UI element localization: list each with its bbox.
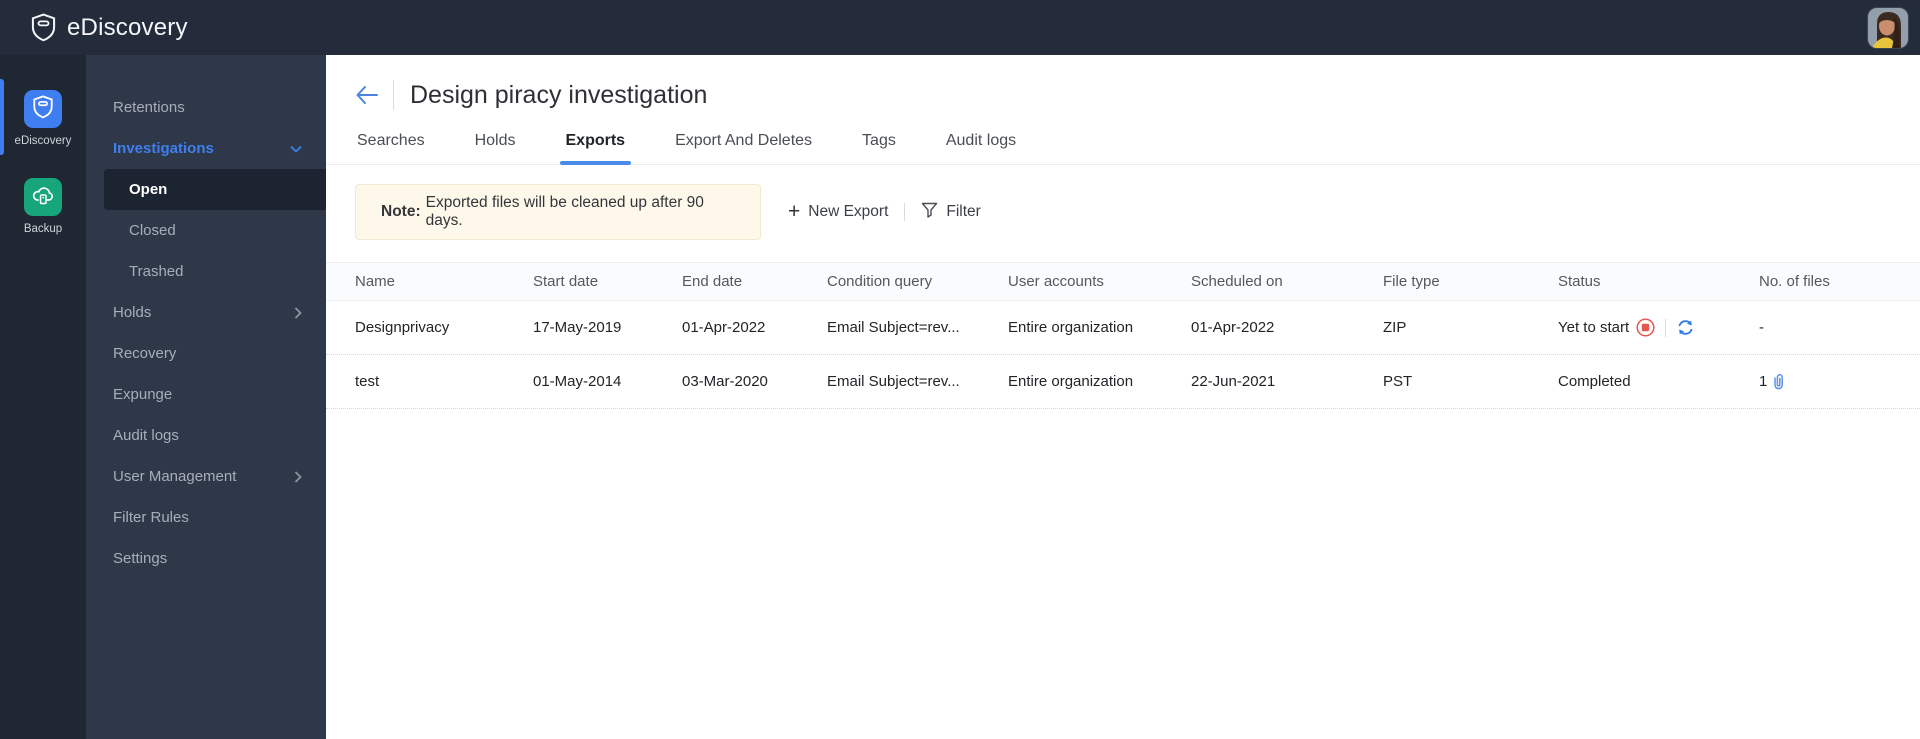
topbar: eDiscovery — [0, 0, 1920, 55]
row-files: 1 — [1759, 373, 1920, 391]
table-header-row: Name Start date End date Condition query… — [326, 262, 1920, 301]
row-file-type: ZIP — [1383, 319, 1407, 336]
tab-tags[interactable]: Tags — [860, 132, 898, 164]
stop-icon[interactable] — [1636, 318, 1655, 337]
row-status: Completed — [1558, 373, 1631, 390]
col-header-start-date: Start date — [533, 273, 599, 290]
note-text: Exported files will be cleaned up after … — [425, 194, 704, 229]
sidebar-item-open[interactable]: Open — [104, 169, 326, 210]
sidebar-item-user-management[interactable]: User Management — [86, 456, 326, 497]
toolbar-divider — [904, 203, 906, 221]
note-toolbar-row: Note: Exported files will be cleaned up … — [355, 184, 1920, 240]
col-header-user-accounts: User accounts — [1008, 273, 1104, 290]
row-status: Yet to start — [1558, 318, 1759, 337]
chevron-right-icon — [294, 306, 302, 319]
sidebar: Retentions Investigations Open Closed Tr… — [86, 55, 326, 739]
chevron-right-icon — [294, 470, 302, 483]
sidebar-item-recovery[interactable]: Recovery — [86, 333, 326, 374]
app-rail: eDiscovery Backup — [0, 55, 86, 739]
rail-item-backup[interactable]: Backup — [0, 161, 86, 249]
user-avatar[interactable] — [1868, 7, 1908, 48]
row-end-date: 03-Mar-2020 — [682, 373, 768, 390]
rail-label-backup: Backup — [23, 223, 63, 235]
app-logo: eDiscovery — [30, 13, 188, 42]
rail-label-ediscovery: eDiscovery — [14, 135, 72, 147]
shield-icon — [32, 94, 54, 124]
col-header-scheduled-on: Scheduled on — [1191, 273, 1283, 290]
row-end-date: 01-Apr-2022 — [682, 319, 766, 336]
row-scheduled-on: 22-Jun-2021 — [1191, 373, 1276, 390]
tab-audit-logs[interactable]: Audit logs — [944, 132, 1018, 164]
row-files: - — [1759, 319, 1764, 336]
shield-logo-icon — [30, 13, 57, 42]
rail-item-ediscovery[interactable]: eDiscovery — [0, 73, 86, 161]
app-title: eDiscovery — [67, 13, 188, 41]
row-user-accounts: Entire organization — [1008, 319, 1134, 336]
sidebar-item-retentions[interactable]: Retentions — [86, 87, 326, 128]
page-header: Design piracy investigation — [326, 70, 1920, 110]
row-scheduled-on: 01-Apr-2022 — [1191, 319, 1275, 336]
tab-export-and-deletes[interactable]: Export And Deletes — [673, 132, 814, 164]
table-row[interactable]: Designprivacy 17-May-2019 01-Apr-2022 Em… — [326, 301, 1920, 355]
sidebar-item-holds[interactable]: Holds — [86, 292, 326, 333]
row-start-date: 17-May-2019 — [533, 319, 622, 336]
sidebar-item-settings[interactable]: Settings — [86, 538, 326, 579]
col-header-end-date: End date — [682, 273, 743, 290]
row-name: test — [355, 373, 380, 390]
col-header-name: Name — [355, 273, 396, 290]
toolbar: + New Export Filter — [788, 199, 981, 223]
col-header-status: Status — [1558, 273, 1601, 290]
col-header-no-of-files: No. of files — [1759, 273, 1830, 290]
tab-bar: Searches Holds Exports Export And Delete… — [326, 110, 1920, 165]
chevron-down-icon — [290, 145, 302, 153]
sidebar-item-closed[interactable]: Closed — [86, 210, 326, 251]
row-user-accounts: Entire organization — [1008, 373, 1134, 390]
filter-funnel-icon — [921, 202, 938, 223]
filter-button[interactable]: Filter — [921, 202, 981, 223]
refresh-icon[interactable] — [1676, 318, 1695, 337]
sidebar-item-audit-logs[interactable]: Audit logs — [86, 415, 326, 456]
table-row[interactable]: test 01-May-2014 03-Mar-2020 Email Subje… — [326, 355, 1920, 409]
sidebar-item-filter-rules[interactable]: Filter Rules — [86, 497, 326, 538]
exports-table: Name Start date End date Condition query… — [326, 262, 1920, 409]
col-header-file-type: File type — [1383, 273, 1440, 290]
row-start-date: 01-May-2014 — [533, 373, 622, 390]
backup-tile — [24, 178, 62, 216]
cloud-backup-icon — [31, 183, 55, 212]
tab-searches[interactable]: Searches — [355, 132, 427, 164]
note-prefix: Note: — [381, 203, 421, 220]
plus-icon: + — [788, 199, 801, 223]
page-title: Design piracy investigation — [410, 80, 708, 109]
note-banner: Note: Exported files will be cleaned up … — [355, 184, 761, 240]
new-export-button[interactable]: + New Export — [788, 199, 888, 223]
paperclip-icon[interactable] — [1771, 373, 1786, 391]
sidebar-item-trashed[interactable]: Trashed — [86, 251, 326, 292]
sidebar-item-investigations[interactable]: Investigations — [86, 128, 326, 169]
tab-exports[interactable]: Exports — [559, 132, 631, 165]
main-content: Design piracy investigation Searches Hol… — [326, 55, 1920, 739]
row-condition-query: Email Subject=rev... — [827, 319, 960, 336]
row-name: Designprivacy — [355, 319, 450, 336]
col-header-condition-query: Condition query — [827, 273, 933, 290]
header-divider — [393, 80, 394, 110]
row-condition-query: Email Subject=rev... — [827, 373, 960, 390]
status-divider — [1665, 318, 1667, 337]
back-arrow-icon[interactable] — [355, 85, 379, 105]
sidebar-item-expunge[interactable]: Expunge — [86, 374, 326, 415]
tab-holds[interactable]: Holds — [473, 132, 518, 164]
row-file-type: PST — [1383, 373, 1413, 390]
ediscovery-tile — [24, 90, 62, 128]
